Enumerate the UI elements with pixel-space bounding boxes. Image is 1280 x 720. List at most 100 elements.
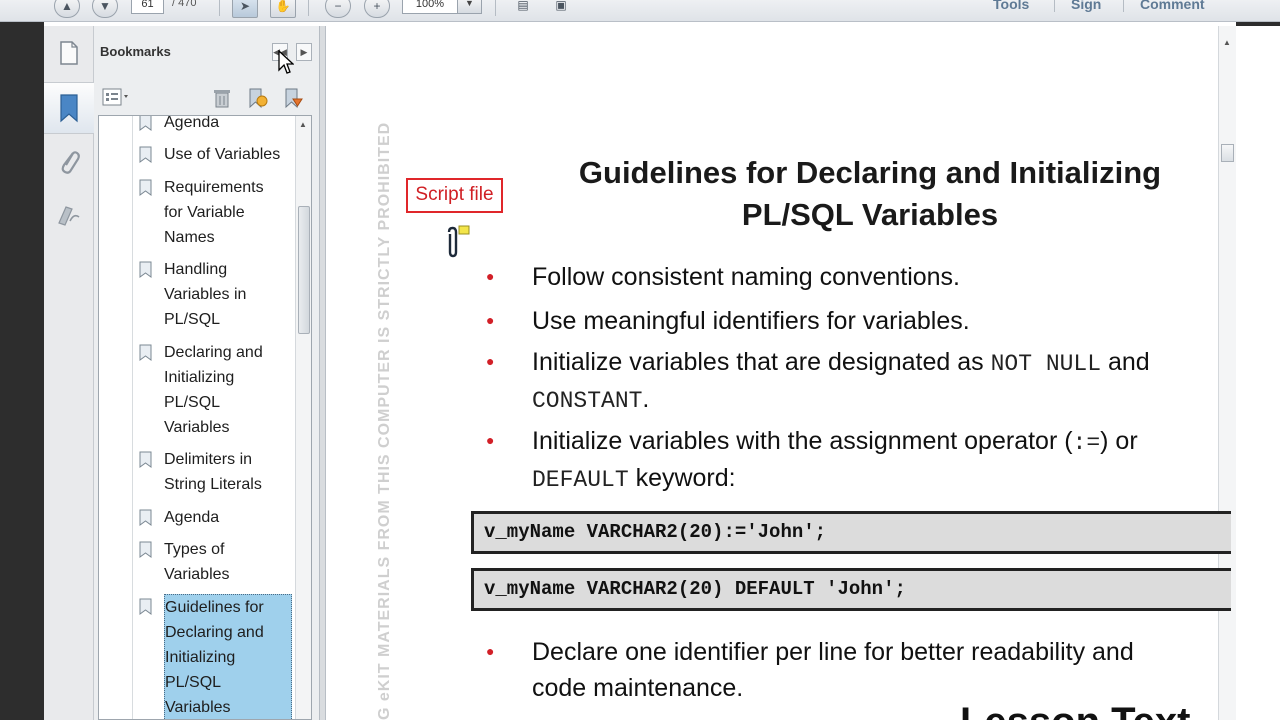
bookmark-item[interactable]: Delimiters in String Literals <box>139 447 294 497</box>
window-left-margin <box>0 22 44 720</box>
hand-tool-button[interactable]: ✋ <box>270 0 296 18</box>
fit-page-icon: ▣ <box>555 0 567 12</box>
zoom-out-button[interactable]: − <box>325 0 351 18</box>
toolbar-divider <box>219 0 220 16</box>
toolbar-divider <box>308 0 309 16</box>
new-bookmark-button[interactable] <box>246 87 268 109</box>
page-total-label: / 470 <box>172 0 197 9</box>
bullet-text: Initialize variables that are designated… <box>532 344 1218 383</box>
signatures-nav-button[interactable] <box>44 192 94 238</box>
code-keyword: := <box>1072 430 1101 456</box>
code-example-default: v_myName VARCHAR2(20) DEFAULT 'John'; <box>471 568 1231 611</box>
page-thumbnails-button[interactable] <box>44 30 94 76</box>
page-number-input[interactable] <box>131 0 164 14</box>
sign-link[interactable]: Sign <box>1071 0 1101 12</box>
pdf-reader-window: { "toolbar": { "page_current": "61", "pa… <box>0 0 1280 720</box>
bookmark-page-icon <box>139 116 152 131</box>
bookmark-page-icon <box>139 179 152 196</box>
cursor-arrow-icon: ➤ <box>239 0 251 13</box>
slide-title-line1: Guidelines for Declaring and Initializin… <box>578 155 1162 190</box>
zoom-in-button[interactable]: + <box>364 0 390 18</box>
bookmark-options-menu[interactable] <box>102 88 130 106</box>
bookmark-properties-button[interactable] <box>282 87 304 109</box>
toolbar-divider <box>495 0 496 16</box>
scroll-up-arrow-icon[interactable]: ▲ <box>299 120 307 129</box>
panel-arrow-button[interactable]: ▶ <box>296 43 312 61</box>
bookmark-item[interactable]: Agenda <box>139 116 294 135</box>
tools-link[interactable]: Tools <box>993 0 1029 12</box>
bookmarks-toolbar <box>94 81 320 115</box>
bullet-text: Use meaningful identifiers for variables… <box>532 307 970 335</box>
bookmarks-panel: Bookmarks ◀◀ ▶ Agenda <box>94 26 320 720</box>
arrow-down-icon: ▼ <box>99 0 111 13</box>
fit-width-button[interactable]: ▤ <box>510 0 536 18</box>
document-watermark: G eKIT MATERIALS FROM THIS COMPUTER IS S… <box>376 121 393 720</box>
bookmark-item[interactable]: Types of Variables <box>139 537 294 587</box>
trash-icon <box>214 90 230 108</box>
script-file-annotation[interactable]: Script file <box>406 178 503 213</box>
bullet-marker: ● <box>486 643 495 659</box>
bullet-marker: ● <box>486 353 495 369</box>
bookmark-item[interactable]: Agenda <box>139 505 294 530</box>
zoom-level-input[interactable] <box>402 0 458 14</box>
bookmark-item[interactable]: Declaring and Initializing PL/SQL Variab… <box>139 340 294 440</box>
comment-link[interactable]: Comment <box>1140 0 1205 12</box>
bookmark-page-icon <box>139 451 152 468</box>
bookmark-page-icon <box>139 344 152 361</box>
bullet-text-part: keyword: <box>628 464 736 492</box>
scroll-up-arrow-icon[interactable]: ▲ <box>1223 38 1231 47</box>
document-scroll-thumb[interactable] <box>1221 144 1234 162</box>
navigation-pane-strip <box>44 26 94 720</box>
slide-title-line2: PL/SQL Variables <box>741 197 999 232</box>
next-page-button[interactable]: ▼ <box>92 0 118 18</box>
minus-icon: − <box>334 0 342 13</box>
tree-guide-line <box>132 116 133 719</box>
bullet-text-part: Initialize variables with the assignment… <box>532 427 1073 455</box>
document-scrollbar[interactable]: ▲ <box>1218 26 1236 720</box>
bullet-text-part: and <box>1101 348 1150 376</box>
attachments-nav-button[interactable] <box>44 138 94 184</box>
bookmark-item[interactable]: Handling Variables in PL/SQL <box>139 257 294 332</box>
bookmarks-tree: Agenda Use of Variables Requirements for… <box>98 115 312 720</box>
bookmark-page-icon <box>139 598 152 615</box>
bookmark-item[interactable]: Use of Variables <box>139 142 294 167</box>
bullet-text-part: ) or <box>1100 427 1138 455</box>
bookmarks-nav-button[interactable] <box>44 82 94 134</box>
bullet-marker: ● <box>486 432 495 448</box>
bullet-text-continuation: DEFAULT keyword: <box>532 460 736 499</box>
bookmark-page-icon <box>139 509 152 526</box>
mouse-pointer-icon <box>278 50 294 74</box>
bullet-text: Follow consistent naming conventions. <box>532 263 961 291</box>
plus-icon: + <box>373 0 381 13</box>
delete-bookmark-button[interactable] <box>212 87 232 109</box>
bullet-marker: ● <box>486 268 495 284</box>
arrow-up-icon: ▲ <box>61 0 73 13</box>
bookmark-page-icon <box>139 541 152 558</box>
bullet-marker: ● <box>486 312 495 328</box>
slide-title: Guidelines for Declaring and Initializin… <box>536 152 1204 236</box>
bullet-text: Initialize variables with the assignment… <box>532 423 1138 462</box>
bookmark-item-selected[interactable]: Guidelines for Declaring and Initializin… <box>139 594 294 719</box>
zoom-dropdown-button[interactable]: ▼ <box>458 0 482 14</box>
main-toolbar: ▲ ▼ / 470 ➤ ✋ − + ▼ ▤ ▣ Tools Sign Comme… <box>0 0 1280 22</box>
bullet-text-continuation: CONSTANT. <box>532 381 649 420</box>
bullet-text-part: . <box>642 385 650 413</box>
fit-page-button[interactable]: ▣ <box>548 0 574 18</box>
select-tool-button[interactable]: ➤ <box>232 0 258 18</box>
bullet-text: Declare one identifier per line for bett… <box>532 638 1134 666</box>
page-thumbnails-icon <box>60 41 78 65</box>
code-keyword: CONSTANT <box>532 388 643 414</box>
bookmark-page-icon <box>139 146 152 163</box>
toolbar-divider <box>1054 0 1055 12</box>
attachment-paperclip-icon[interactable] <box>443 224 471 258</box>
bookmark-icon <box>60 94 78 123</box>
previous-page-button[interactable]: ▲ <box>54 0 80 18</box>
bookmarks-scroll-thumb[interactable] <box>298 206 310 334</box>
bookmark-item[interactable]: Requirements for Variable Names <box>139 175 294 250</box>
options-list-icon <box>102 88 128 106</box>
bookmark-properties-icon <box>285 88 303 109</box>
bookmarks-scrollbar[interactable]: ▲ <box>295 116 311 719</box>
chevron-down-icon: ▼ <box>465 0 474 8</box>
partial-footer-text: Lesson Text <box>960 700 1190 720</box>
bullet-text-continuation: code maintenance. <box>532 674 744 702</box>
